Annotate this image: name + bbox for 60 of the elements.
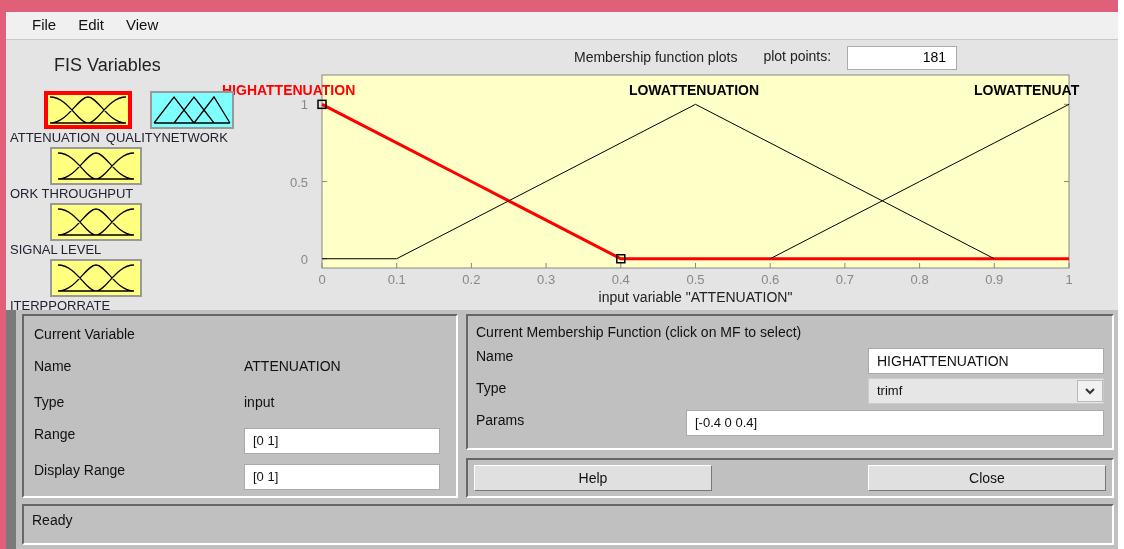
y-tick-label: 1 <box>300 97 308 113</box>
plot-points-field[interactable]: 181 <box>847 45 958 70</box>
input-field[interactable]: [0 1] <box>244 428 440 454</box>
y-tick-label: 0 <box>300 251 308 267</box>
status-text: Ready <box>32 512 73 528</box>
dialog-button[interactable]: Close <box>868 465 1106 491</box>
x-tick-label: 0.7 <box>835 272 854 287</box>
x-tick-label: 1 <box>1065 272 1073 287</box>
membership-curves-icon <box>48 95 128 125</box>
input-variable-button[interactable] <box>44 91 132 129</box>
caret-icon <box>1077 380 1103 402</box>
panel-title: Current Membership Function (click on MF to select) <box>476 322 802 342</box>
membership-curves-icon <box>56 207 136 237</box>
fis-variables-title: FIS Variables <box>54 54 162 77</box>
input-variable-button[interactable] <box>50 147 142 185</box>
input-field[interactable]: [0 1] <box>244 464 440 490</box>
curve-label: LOWATTENUAT <box>974 82 1080 98</box>
membership-curves-icon <box>152 95 232 125</box>
panel-title: Current Variable <box>34 324 135 344</box>
input-variable-button[interactable] <box>50 259 142 297</box>
curve-label: HIGHATTENUATION <box>222 82 356 98</box>
x-tick-label: 0.5 <box>686 272 705 287</box>
x-tick-label: 0 <box>318 272 326 287</box>
x-tick-label: 0.3 <box>537 272 556 287</box>
curve-label: LOWATTENUATION <box>628 82 760 98</box>
membership-curves-icon <box>56 151 136 181</box>
field-label: Type <box>34 392 66 412</box>
x-tick-label: 0.6 <box>761 272 780 287</box>
field-label: Range <box>34 425 77 444</box>
menu-item[interactable]: Edit <box>78 14 105 37</box>
membership-curve[interactable] <box>769 103 1070 260</box>
input-field[interactable]: HIGHATTENUATION <box>868 348 1104 374</box>
y-tick-label: 0.5 <box>289 174 308 190</box>
x-axis-label: input variable "ATTENUATION" <box>598 289 793 305</box>
field-value: input <box>244 392 275 412</box>
plot-points-label: plot points: <box>763 47 832 66</box>
membership-curves-icon <box>56 263 136 293</box>
input-field[interactable]: [-0.4 0 0.4] <box>686 410 1104 436</box>
menu-item[interactable]: View <box>126 14 159 37</box>
variable-label: QUALITYNETWORK <box>105 129 228 148</box>
dialog-button[interactable]: Help <box>474 465 712 491</box>
field-value: ATTENUATION <box>244 356 341 376</box>
field-label: Type <box>476 379 507 398</box>
variable-label: ATTENUATION <box>10 129 100 148</box>
plot-title: Membership function plots <box>574 48 738 67</box>
x-tick-label: 0.8 <box>910 272 929 287</box>
input-variable-button[interactable] <box>50 203 142 241</box>
menu-item[interactable]: File <box>32 14 57 37</box>
variable-label: ORK THROUGHPUT <box>10 185 135 203</box>
variable-label: ITERPPORRATE <box>10 297 112 315</box>
variable-label: SIGNAL LEVEL <box>10 241 103 259</box>
x-tick-label: 0.1 <box>387 272 406 287</box>
type-dropdown[interactable]: trimf <box>868 378 1104 404</box>
field-label: Name <box>34 356 73 376</box>
field-label: Name <box>476 347 514 366</box>
x-tick-label: 0.9 <box>985 272 1004 287</box>
x-tick-label: 0.2 <box>462 272 481 287</box>
field-label: Params <box>476 411 525 430</box>
x-tick-label: 0.4 <box>611 272 630 287</box>
field-label: Display Range <box>34 461 127 480</box>
